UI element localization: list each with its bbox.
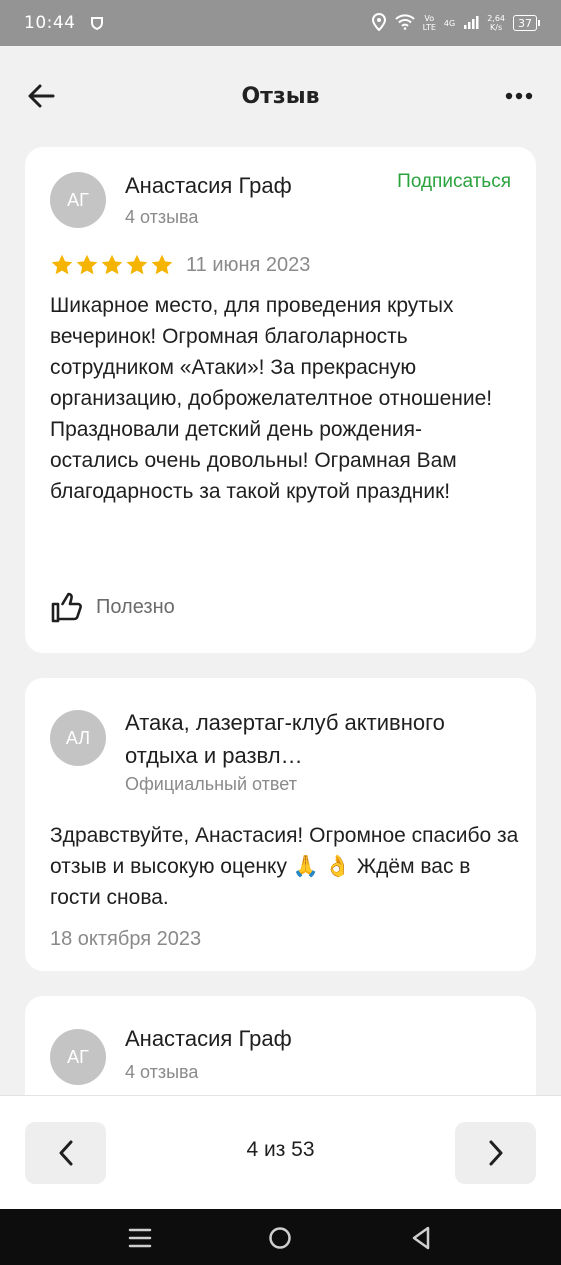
reply-date: 18 октября 2023: [50, 928, 202, 950]
speed-indicator: 2,64 K/s: [487, 14, 505, 32]
status-right: Vo LTE 4G 2,64 K/s 37: [371, 12, 540, 34]
star-icon: [126, 254, 148, 275]
network-generation: 4G: [443, 18, 456, 28]
battery-icon: 37: [513, 15, 540, 31]
review-card: АГ Анастасия Граф 4 отзыва Подписаться 1…: [25, 147, 536, 653]
org-name[interactable]: Атака, лазертаг-клуб активного отдыха и …: [125, 706, 485, 772]
reply-card: АЛ Атака, лазертаг-клуб активного отдыха…: [25, 678, 536, 971]
more-button[interactable]: [501, 82, 537, 110]
system-back-button[interactable]: [404, 1221, 438, 1255]
next-author-name[interactable]: Анастасия Граф: [125, 1026, 292, 1052]
menu-lines-icon: [128, 1228, 152, 1248]
system-nav-bar: [0, 1209, 561, 1265]
pager: 4 из 53: [0, 1095, 561, 1209]
app-bar: Отзыв: [0, 46, 561, 146]
rating-stars: [50, 253, 174, 277]
next-author-avatar[interactable]: АГ: [50, 1029, 106, 1085]
star-icon: [51, 254, 73, 275]
rating-row: 11 июня 2023: [50, 253, 310, 277]
speed-unit: K/s: [490, 23, 503, 32]
author-name[interactable]: Анастасия Граф: [125, 173, 292, 199]
star-icon: [101, 254, 123, 275]
back-button[interactable]: [26, 82, 62, 110]
page-title: Отзыв: [241, 83, 320, 109]
org-avatar[interactable]: АЛ: [50, 710, 106, 766]
star-icon: [151, 254, 173, 275]
next-author-reviews-count: 4 отзыва: [125, 1062, 199, 1082]
battery-level: 37: [518, 16, 532, 30]
signal-indicator: 4G: [444, 19, 455, 28]
triangle-back-icon: [412, 1226, 430, 1250]
useful-label: Полезно: [96, 595, 175, 618]
star-icon: [76, 254, 98, 275]
status-bar: 10:44 Vo LTE 4G 2,64 K/s 37: [0, 0, 561, 46]
chevron-right-icon: [489, 1140, 502, 1166]
useful-button[interactable]: Полезно: [50, 590, 175, 624]
thumb-up-icon: [51, 592, 82, 623]
subscribe-button[interactable]: Подписаться: [397, 171, 511, 193]
location-icon: [371, 12, 387, 34]
more-dots-icon: [505, 92, 533, 100]
next-button[interactable]: [455, 1122, 536, 1184]
home-circle-icon: [269, 1227, 291, 1249]
author-reviews-count: 4 отзыва: [125, 207, 199, 227]
volte-top: Vo: [424, 14, 435, 23]
review-text: Шикарное место, для проведения крутых ве…: [50, 294, 493, 503]
volte-indicator: Vo LTE: [423, 14, 436, 32]
speed-value: 2,64: [487, 14, 505, 23]
arrow-left-icon: [28, 84, 55, 108]
author-avatar[interactable]: АГ: [50, 172, 106, 228]
signal-icon: [463, 14, 479, 33]
shield-notification-icon: [90, 16, 104, 30]
home-button[interactable]: [263, 1221, 297, 1255]
reply-text: Здравствуйте, Анастасия! Огромное спасиб…: [50, 824, 519, 909]
status-time: 10:44: [24, 13, 76, 33]
wifi-icon: [394, 13, 415, 33]
official-reply-label: Официальный ответ: [125, 774, 297, 794]
review-date: 11 июня 2023: [186, 253, 311, 276]
recent-apps-button[interactable]: [123, 1221, 157, 1255]
volte-bottom: LTE: [422, 23, 436, 32]
